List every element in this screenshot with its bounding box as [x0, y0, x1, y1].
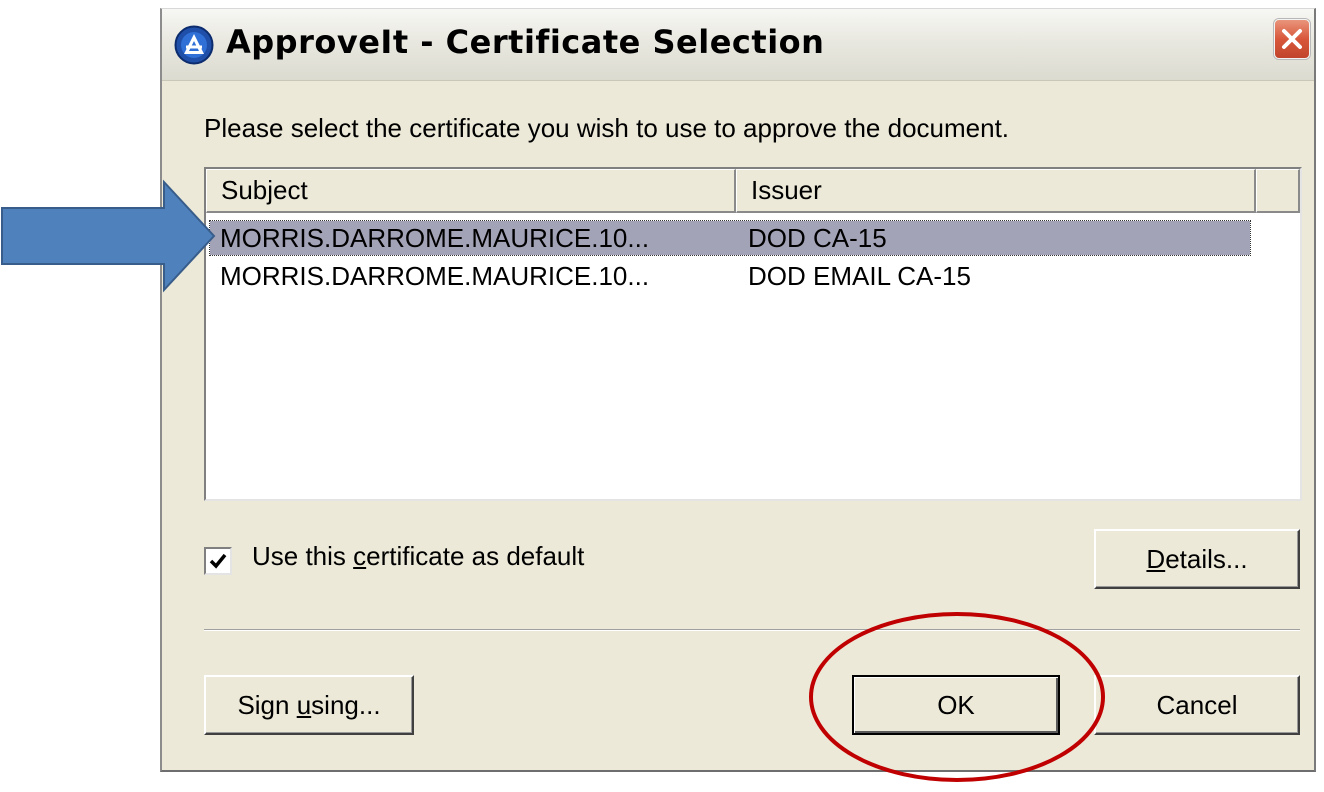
column-header-issuer[interactable]: Issuer: [736, 169, 1256, 213]
details-button[interactable]: Details...: [1094, 529, 1300, 589]
pointer-arrow-icon: [1, 179, 216, 293]
title-bar[interactable]: ApproveIt - Certificate Selection: [162, 9, 1314, 81]
instruction-text: Please select the certificate you wish t…: [204, 113, 1010, 143]
separator-line: [204, 629, 1300, 631]
close-button[interactable]: [1274, 19, 1310, 59]
certificate-list[interactable]: Subject Issuer MORRIS.DARROME.MAURICE.10…: [204, 167, 1302, 501]
sign-using-button[interactable]: Sign using...: [204, 675, 414, 735]
checkmark-icon: [209, 553, 227, 569]
ok-button[interactable]: OK: [852, 675, 1060, 735]
column-header-filler: [1256, 169, 1300, 213]
cell-issuer: DOD EMAIL CA-15: [748, 261, 971, 291]
button-label: etails...: [1165, 544, 1248, 574]
label-text: ertificate as default: [366, 541, 585, 571]
cell-subject: MORRIS.DARROME.MAURICE.10...: [220, 223, 650, 253]
close-icon: [1282, 29, 1302, 49]
default-certificate-checkbox[interactable]: [204, 547, 232, 575]
certificate-selection-dialog: ApproveIt - Certificate Selection Please…: [160, 8, 1316, 772]
label-text: Use this: [252, 541, 354, 571]
button-accelerator: D: [1146, 544, 1166, 574]
button-accelerator: u: [296, 690, 312, 720]
certificate-row-selected[interactable]: MORRIS.DARROME.MAURICE.10... DOD CA-15: [209, 220, 1251, 256]
cancel-button[interactable]: Cancel: [1094, 675, 1300, 735]
default-certificate-label[interactable]: Use this certificate as default: [252, 541, 584, 572]
list-header: Subject Issuer: [206, 169, 1300, 213]
column-header-subject[interactable]: Subject: [206, 169, 736, 213]
button-label: sing...: [311, 690, 381, 720]
window-title: ApproveIt - Certificate Selection: [226, 23, 825, 61]
cell-issuer: DOD CA-15: [748, 223, 887, 253]
certificate-row[interactable]: MORRIS.DARROME.MAURICE.10... DOD EMAIL C…: [210, 259, 1250, 293]
label-accelerator: c: [353, 541, 367, 571]
button-label: Sign: [237, 690, 297, 720]
screenshot-stage: ApproveIt - Certificate Selection Please…: [0, 0, 1324, 792]
cell-subject: MORRIS.DARROME.MAURICE.10...: [220, 261, 650, 291]
